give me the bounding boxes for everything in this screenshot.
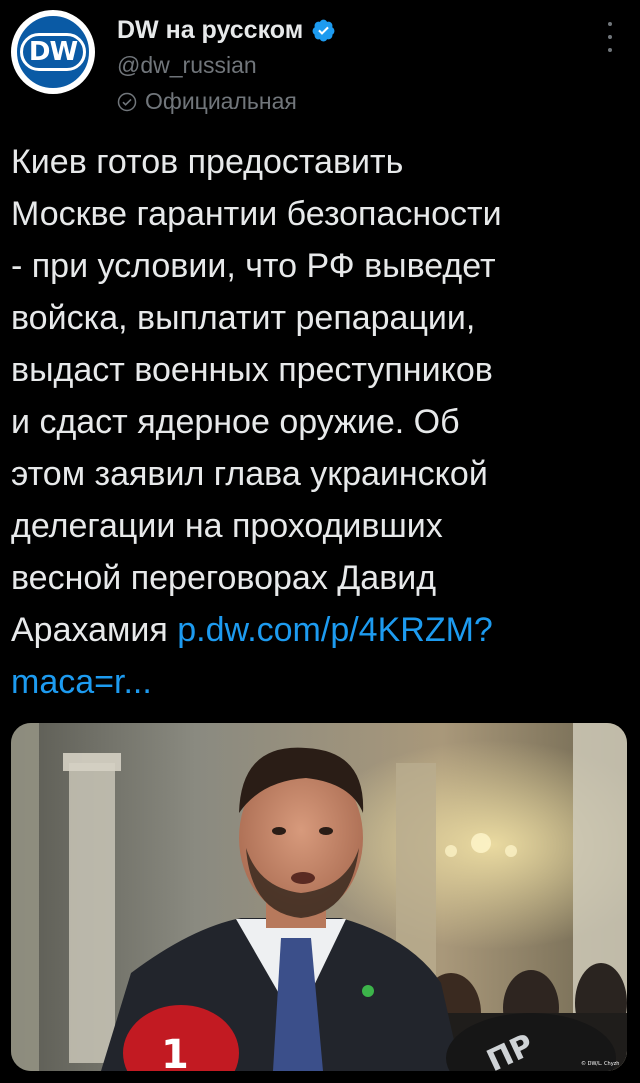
photo-illustration: 1 ПР © DW/L. Chyzh [11, 723, 627, 1071]
avatar-text: DW [19, 33, 87, 71]
name-row: DW на русском [117, 12, 336, 48]
more-options-icon[interactable] [600, 22, 620, 52]
tweet-text: Киев готов предоставить Москве гарантии … [11, 136, 626, 708]
tweet-body: Киев готов предоставить Москве гарантии … [11, 143, 502, 649]
avatar[interactable]: DW [11, 10, 95, 94]
mic-logo-text: 1 [161, 1032, 189, 1071]
handle[interactable]: @dw_russian [117, 52, 257, 79]
official-check-icon [117, 92, 137, 111]
dw-logo: DW [17, 16, 89, 88]
tweet-view: DW DW на русском @dw_russian Официальная… [0, 0, 640, 1083]
tweet-photo[interactable]: 1 ПР © DW/L. Chyzh [11, 723, 627, 1071]
verified-icon [312, 19, 335, 41]
official-label: Официальная [145, 88, 297, 114]
photo-watermark: © DW/L. Chyzh [581, 1060, 619, 1067]
official-label-row: Официальная [117, 88, 297, 115]
display-name[interactable]: DW на русском [117, 16, 303, 45]
